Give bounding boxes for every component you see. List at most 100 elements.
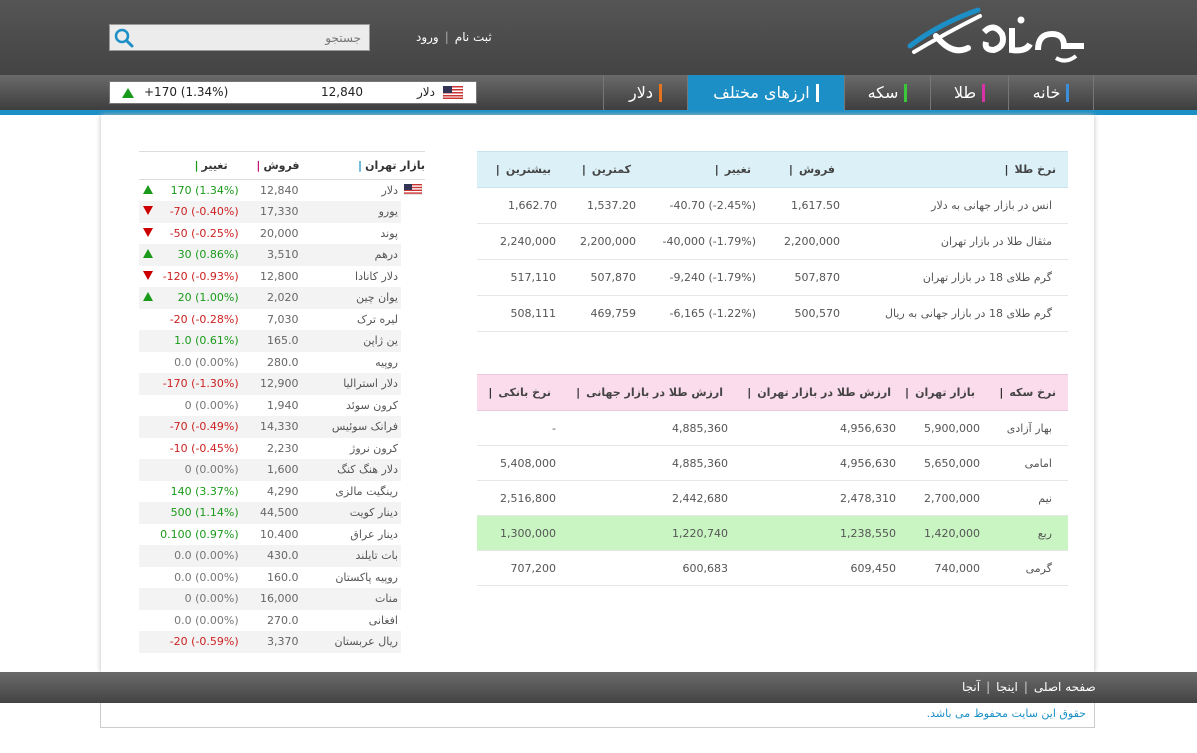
flag-cell: [400, 437, 425, 459]
flag-cell: [400, 545, 425, 567]
currency-table-header: | تغییر | فروش | بازار تهران: [139, 151, 425, 180]
flag-cell: [400, 416, 425, 438]
cell-tehran: 2,700,000: [897, 480, 981, 516]
cell-currency-name: رینگیت مالزی: [335, 484, 398, 498]
cell-gold-world: 1,220,740: [557, 515, 729, 551]
gold-price-table: | بیشترین | کمترین | تغییر | فروش | نرخ طلا 1…: [477, 151, 1068, 332]
trend-cell: [139, 266, 157, 288]
nav-home-label: خانه: [1032, 83, 1061, 102]
cell-change: -120 (-0.93%): [162, 269, 239, 283]
currency-row: 30 (0.86%) 3,510 درهم: [139, 244, 425, 266]
gold-table-header: | بیشترین | کمترین | تغییر | فروش | نرخ طلا: [477, 151, 1068, 188]
cell-sell: 2,200,000: [757, 223, 841, 260]
cell-bank: 2,516,800: [477, 480, 557, 516]
flag-cell: [400, 222, 425, 244]
currency-row: 0 (0.00%) 16,000 منات: [139, 588, 425, 610]
cell-currency-name: دلار هنگ کنگ: [301, 459, 401, 481]
flag-cell: [400, 373, 425, 395]
cell-change: 20 (1.00%): [156, 287, 242, 309]
nav-currencies[interactable]: ارزهای مختلف: [687, 75, 844, 110]
currency-row: -120 (-0.93%) 12,800 دلار کانادا: [139, 265, 425, 288]
cell-currency-name: فرانک سوئیس: [301, 416, 401, 438]
currency-row: 170 (1.34%) 12,840 دلار: [139, 179, 425, 201]
cell-tehran: 740,000: [897, 550, 981, 586]
up-arrow-icon: [142, 292, 153, 302]
trend-cell: [139, 373, 157, 395]
col-market: | بازار تهران: [301, 151, 425, 180]
cell-currency-name: درهم: [301, 244, 401, 266]
nav-accent-bar: [658, 83, 662, 102]
currency-row: 20 (1.00%) 2,020 یوان چین: [139, 287, 425, 309]
currency-row: -170 (-1.30%) 12,900 دلار استرالیا: [139, 373, 425, 395]
trend-cell: [139, 438, 157, 460]
nav-dollar[interactable]: دلار: [603, 75, 687, 110]
separator: |: [444, 30, 449, 44]
cell-gold-name: انس در بازار جهانی به دلار: [841, 187, 1068, 224]
nav-dollar-label: دلار: [629, 83, 653, 102]
cell-sell: 1,617.50: [757, 187, 841, 224]
currency-row: 0.0 (0.00%) 280.0 روپیه: [139, 351, 425, 373]
cell-sell: 44,500: [241, 502, 302, 524]
cell-currency-name: افغانی: [368, 613, 398, 627]
cell-currency-name: دینار کویت: [301, 502, 401, 524]
footer-link-here[interactable]: اینجا: [996, 680, 1018, 694]
cell-currency-name: یورو: [301, 201, 401, 223]
copyright-text: حقوق این سایت محفوظ می باشد.: [926, 707, 1086, 720]
cell-change: -20 (-0.28%): [169, 312, 239, 326]
footer-link-home[interactable]: صفحه اصلی: [1034, 680, 1096, 694]
currency-row: 0 (0.00%) 1,600 دلار هنگ کنگ: [139, 459, 425, 481]
login-link[interactable]: ورود: [416, 30, 439, 44]
currency-list: 170 (1.34%) 12,840 دلار -70 (-0.40%) 17,330 ی…: [139, 179, 425, 653]
cell-currency-name: منات: [301, 588, 401, 610]
cell-min: 469,759: [557, 295, 637, 332]
currency-row: 0.0 (0.00%) 270.0 افغانی: [139, 609, 425, 631]
nav-accent-bar: [982, 83, 986, 102]
cell-gold-tehran: 4,956,630: [729, 410, 897, 446]
cell-change: 140 (3.37%): [170, 484, 239, 498]
cell-sell: 12,900: [241, 373, 302, 395]
cell-currency-name: دلار: [381, 184, 398, 197]
cell-gold-tehran: 1,238,550: [729, 515, 897, 551]
col-change: | تغییر: [139, 151, 242, 180]
search-icon[interactable]: [114, 28, 134, 48]
flag-cell: [400, 523, 425, 545]
cell-max: 517,110: [477, 259, 557, 296]
flag-cell: [400, 566, 425, 588]
signup-link[interactable]: ثبت نام: [455, 30, 492, 44]
currency-row: 0.0 (0.00%) 430.0 بات تایلند: [139, 545, 425, 567]
search-box: [109, 24, 370, 51]
cell-sell: 17,330: [241, 201, 302, 223]
table-row: 508,111 469,759 -6,165 (-1.22%) 500,570 …: [477, 295, 1068, 332]
table-row: 517,110 507,870 -9,240 (-1.79%) 507,870 …: [477, 259, 1068, 296]
search-input[interactable]: [163, 28, 363, 47]
trend-cell: [139, 244, 157, 266]
cell-gold-world: 4,885,360: [557, 410, 729, 446]
cell-bank: -: [477, 410, 557, 446]
cell-max: 508,111: [477, 295, 557, 332]
cell-change: 170 (1.34%): [170, 184, 239, 197]
cell-currency-name: کرون سوئد: [346, 398, 398, 412]
cell-min: 1,537.20: [557, 187, 637, 224]
cell-tehran: 1,420,000: [897, 515, 981, 551]
trend-cell: [139, 588, 157, 610]
flag-cell: [400, 265, 425, 287]
cell-gold-tehran: 4,956,630: [729, 445, 897, 481]
cell-bank: 1,300,000: [477, 515, 557, 551]
col-sell: | فروش: [757, 151, 841, 188]
table-row-highlighted: 1,300,000 1,220,740 1,238,550 1,420,000 …: [477, 515, 1068, 551]
cell-sell: 2,020: [241, 287, 302, 309]
currency-row: 140 (3.37%) 4,290 رینگیت مالزی: [139, 480, 425, 502]
cell-sell: 3,510: [241, 244, 302, 266]
cell-sell: 16,000: [241, 588, 302, 610]
cell-gold-world: 4,885,360: [557, 445, 729, 481]
trend-cell: [139, 330, 157, 352]
up-arrow-icon: [122, 88, 134, 98]
nav-home[interactable]: خانه: [1008, 75, 1094, 110]
cell-sell: 7,030: [267, 312, 299, 326]
nav-gold[interactable]: طلا: [930, 75, 1008, 110]
nav-coin[interactable]: سکه: [844, 75, 930, 110]
site-logo[interactable]: [906, 6, 1088, 70]
footer-link-there[interactable]: آنجا: [962, 680, 980, 694]
cell-change: 0.0 (0.00%): [174, 613, 239, 627]
cell-bank: 707,200: [477, 550, 557, 586]
